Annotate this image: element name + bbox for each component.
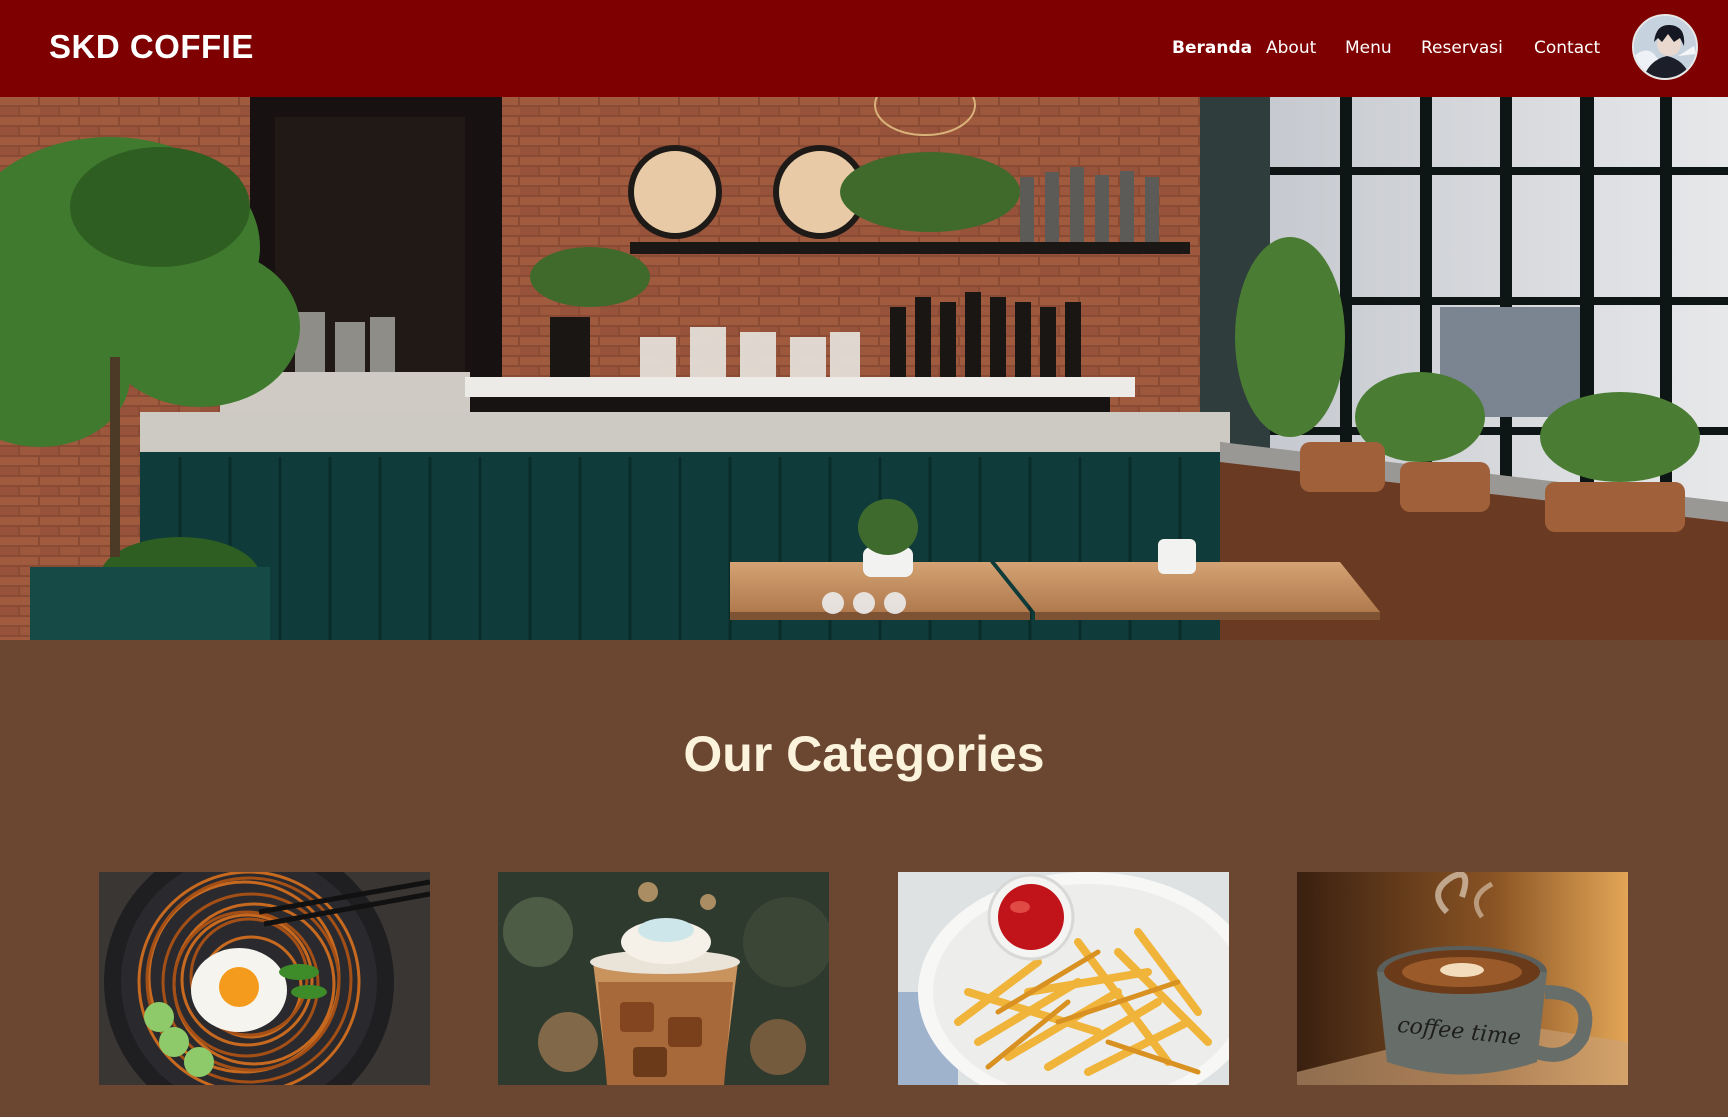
navbar: SKD COFFIE Beranda About Menu Reservasi … (0, 0, 1728, 97)
main-nav: Beranda About Menu Reservasi Contact (0, 38, 1728, 60)
hero-carousel (0, 97, 1728, 640)
hot-coffee-image: coffee time (1297, 872, 1628, 1085)
category-card-iced-coffee[interactable] (498, 872, 829, 1085)
categories-title: Our Categories (683, 726, 1045, 782)
nav-reservasi[interactable]: Reservasi (1421, 38, 1503, 58)
fries-image (898, 872, 1229, 1085)
nav-menu[interactable]: Menu (1345, 38, 1392, 58)
carousel-indicators (822, 592, 906, 614)
user-avatar[interactable] (1632, 14, 1698, 80)
nav-about[interactable]: About (1266, 38, 1316, 58)
nav-beranda[interactable]: Beranda (1172, 38, 1252, 58)
iced-coffee-image (498, 872, 829, 1085)
hero-cafe-image (0, 97, 1728, 640)
avatar-image (1634, 16, 1696, 78)
category-card-hot-coffee[interactable]: coffee time (1297, 872, 1628, 1085)
carousel-dot-3[interactable] (884, 592, 906, 614)
nav-contact[interactable]: Contact (1534, 38, 1600, 58)
carousel-dot-2[interactable] (853, 592, 875, 614)
category-card-fries[interactable] (898, 872, 1229, 1085)
carousel-dot-1[interactable] (822, 592, 844, 614)
noodles-image (99, 872, 430, 1085)
category-card-noodles[interactable] (99, 872, 430, 1085)
